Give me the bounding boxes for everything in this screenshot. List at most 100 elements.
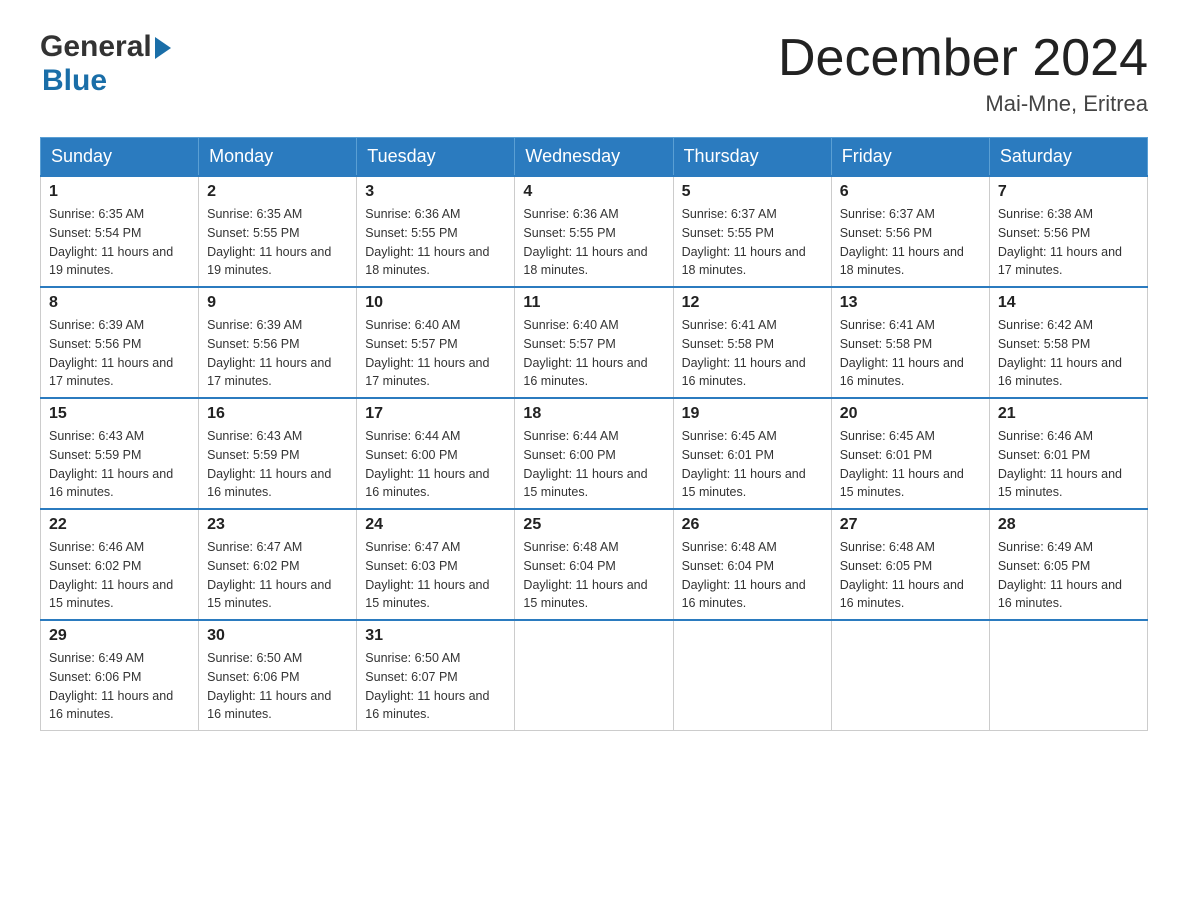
main-title: December 2024 [778, 30, 1148, 87]
day-info: Sunrise: 6:40 AMSunset: 5:57 PMDaylight:… [523, 316, 664, 391]
table-row: 6 Sunrise: 6:37 AMSunset: 5:56 PMDayligh… [831, 176, 989, 287]
day-number: 28 [998, 516, 1139, 534]
title-section: December 2024 Mai-Mne, Eritrea [778, 30, 1148, 117]
day-info: Sunrise: 6:39 AMSunset: 5:56 PMDaylight:… [207, 316, 348, 391]
day-info: Sunrise: 6:46 AMSunset: 6:01 PMDaylight:… [998, 427, 1139, 502]
table-row: 24 Sunrise: 6:47 AMSunset: 6:03 PMDaylig… [357, 509, 515, 620]
table-row: 12 Sunrise: 6:41 AMSunset: 5:58 PMDaylig… [673, 287, 831, 398]
table-row: 11 Sunrise: 6:40 AMSunset: 5:57 PMDaylig… [515, 287, 673, 398]
day-number: 16 [207, 405, 348, 423]
calendar-week-3: 15 Sunrise: 6:43 AMSunset: 5:59 PMDaylig… [41, 398, 1148, 509]
day-info: Sunrise: 6:36 AMSunset: 5:55 PMDaylight:… [523, 205, 664, 280]
day-info: Sunrise: 6:45 AMSunset: 6:01 PMDaylight:… [682, 427, 823, 502]
page-header: General Blue December 2024 Mai-Mne, Erit… [40, 30, 1148, 117]
calendar-table: Sunday Monday Tuesday Wednesday Thursday… [40, 137, 1148, 731]
table-row: 13 Sunrise: 6:41 AMSunset: 5:58 PMDaylig… [831, 287, 989, 398]
table-row [831, 620, 989, 731]
day-info: Sunrise: 6:49 AMSunset: 6:06 PMDaylight:… [49, 649, 190, 724]
day-number: 23 [207, 516, 348, 534]
day-number: 5 [682, 183, 823, 201]
table-row: 19 Sunrise: 6:45 AMSunset: 6:01 PMDaylig… [673, 398, 831, 509]
logo: General Blue [40, 30, 171, 98]
day-number: 10 [365, 294, 506, 312]
calendar-week-5: 29 Sunrise: 6:49 AMSunset: 6:06 PMDaylig… [41, 620, 1148, 731]
table-row: 21 Sunrise: 6:46 AMSunset: 6:01 PMDaylig… [989, 398, 1147, 509]
table-row: 17 Sunrise: 6:44 AMSunset: 6:00 PMDaylig… [357, 398, 515, 509]
day-number: 6 [840, 183, 981, 201]
day-info: Sunrise: 6:39 AMSunset: 5:56 PMDaylight:… [49, 316, 190, 391]
day-info: Sunrise: 6:48 AMSunset: 6:04 PMDaylight:… [523, 538, 664, 613]
table-row: 2 Sunrise: 6:35 AMSunset: 5:55 PMDayligh… [199, 176, 357, 287]
day-number: 17 [365, 405, 506, 423]
table-row: 23 Sunrise: 6:47 AMSunset: 6:02 PMDaylig… [199, 509, 357, 620]
day-info: Sunrise: 6:41 AMSunset: 5:58 PMDaylight:… [840, 316, 981, 391]
day-info: Sunrise: 6:43 AMSunset: 5:59 PMDaylight:… [49, 427, 190, 502]
day-info: Sunrise: 6:49 AMSunset: 6:05 PMDaylight:… [998, 538, 1139, 613]
day-number: 3 [365, 183, 506, 201]
day-number: 19 [682, 405, 823, 423]
day-info: Sunrise: 6:50 AMSunset: 6:06 PMDaylight:… [207, 649, 348, 724]
day-info: Sunrise: 6:44 AMSunset: 6:00 PMDaylight:… [523, 427, 664, 502]
table-row: 9 Sunrise: 6:39 AMSunset: 5:56 PMDayligh… [199, 287, 357, 398]
day-info: Sunrise: 6:47 AMSunset: 6:02 PMDaylight:… [207, 538, 348, 613]
table-row [989, 620, 1147, 731]
day-number: 15 [49, 405, 190, 423]
day-number: 25 [523, 516, 664, 534]
calendar-week-1: 1 Sunrise: 6:35 AMSunset: 5:54 PMDayligh… [41, 176, 1148, 287]
table-row: 10 Sunrise: 6:40 AMSunset: 5:57 PMDaylig… [357, 287, 515, 398]
day-number: 24 [365, 516, 506, 534]
table-row: 26 Sunrise: 6:48 AMSunset: 6:04 PMDaylig… [673, 509, 831, 620]
day-number: 14 [998, 294, 1139, 312]
day-number: 2 [207, 183, 348, 201]
table-row: 3 Sunrise: 6:36 AMSunset: 5:55 PMDayligh… [357, 176, 515, 287]
table-row: 5 Sunrise: 6:37 AMSunset: 5:55 PMDayligh… [673, 176, 831, 287]
table-row [515, 620, 673, 731]
col-sunday: Sunday [41, 138, 199, 177]
day-info: Sunrise: 6:37 AMSunset: 5:56 PMDaylight:… [840, 205, 981, 280]
col-wednesday: Wednesday [515, 138, 673, 177]
day-number: 4 [523, 183, 664, 201]
day-number: 21 [998, 405, 1139, 423]
col-tuesday: Tuesday [357, 138, 515, 177]
col-monday: Monday [199, 138, 357, 177]
day-info: Sunrise: 6:46 AMSunset: 6:02 PMDaylight:… [49, 538, 190, 613]
table-row: 1 Sunrise: 6:35 AMSunset: 5:54 PMDayligh… [41, 176, 199, 287]
logo-chevron-icon [155, 37, 171, 59]
calendar-week-4: 22 Sunrise: 6:46 AMSunset: 6:02 PMDaylig… [41, 509, 1148, 620]
day-info: Sunrise: 6:47 AMSunset: 6:03 PMDaylight:… [365, 538, 506, 613]
calendar-week-2: 8 Sunrise: 6:39 AMSunset: 5:56 PMDayligh… [41, 287, 1148, 398]
table-row: 28 Sunrise: 6:49 AMSunset: 6:05 PMDaylig… [989, 509, 1147, 620]
subtitle: Mai-Mne, Eritrea [778, 91, 1148, 117]
day-number: 20 [840, 405, 981, 423]
day-number: 8 [49, 294, 190, 312]
table-row: 14 Sunrise: 6:42 AMSunset: 5:58 PMDaylig… [989, 287, 1147, 398]
logo-general-text: General [40, 30, 152, 64]
table-row: 29 Sunrise: 6:49 AMSunset: 6:06 PMDaylig… [41, 620, 199, 731]
table-row: 7 Sunrise: 6:38 AMSunset: 5:56 PMDayligh… [989, 176, 1147, 287]
day-info: Sunrise: 6:42 AMSunset: 5:58 PMDaylight:… [998, 316, 1139, 391]
day-number: 13 [840, 294, 981, 312]
table-row: 8 Sunrise: 6:39 AMSunset: 5:56 PMDayligh… [41, 287, 199, 398]
logo-blue-text: Blue [42, 64, 107, 97]
day-info: Sunrise: 6:50 AMSunset: 6:07 PMDaylight:… [365, 649, 506, 724]
day-info: Sunrise: 6:41 AMSunset: 5:58 PMDaylight:… [682, 316, 823, 391]
day-number: 31 [365, 627, 506, 645]
day-info: Sunrise: 6:37 AMSunset: 5:55 PMDaylight:… [682, 205, 823, 280]
table-row: 27 Sunrise: 6:48 AMSunset: 6:05 PMDaylig… [831, 509, 989, 620]
day-number: 7 [998, 183, 1139, 201]
table-row [673, 620, 831, 731]
day-number: 12 [682, 294, 823, 312]
day-number: 18 [523, 405, 664, 423]
table-row: 4 Sunrise: 6:36 AMSunset: 5:55 PMDayligh… [515, 176, 673, 287]
table-row: 31 Sunrise: 6:50 AMSunset: 6:07 PMDaylig… [357, 620, 515, 731]
day-number: 1 [49, 183, 190, 201]
day-info: Sunrise: 6:35 AMSunset: 5:54 PMDaylight:… [49, 205, 190, 280]
calendar-header-row: Sunday Monday Tuesday Wednesday Thursday… [41, 138, 1148, 177]
table-row: 25 Sunrise: 6:48 AMSunset: 6:04 PMDaylig… [515, 509, 673, 620]
table-row: 22 Sunrise: 6:46 AMSunset: 6:02 PMDaylig… [41, 509, 199, 620]
day-info: Sunrise: 6:38 AMSunset: 5:56 PMDaylight:… [998, 205, 1139, 280]
day-info: Sunrise: 6:36 AMSunset: 5:55 PMDaylight:… [365, 205, 506, 280]
col-thursday: Thursday [673, 138, 831, 177]
table-row: 16 Sunrise: 6:43 AMSunset: 5:59 PMDaylig… [199, 398, 357, 509]
day-number: 29 [49, 627, 190, 645]
